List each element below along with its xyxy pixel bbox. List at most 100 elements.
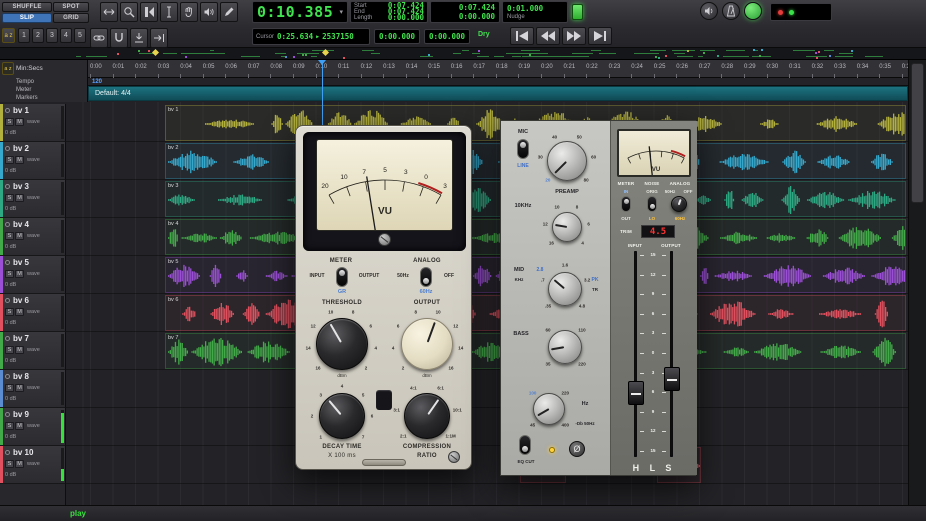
playlist-selector[interactable]: wave <box>27 119 40 125</box>
track-header[interactable]: bv 4SMwave0 dB <box>0 218 66 256</box>
solo-button[interactable]: S <box>5 346 14 354</box>
memory-location-1[interactable]: 1 <box>18 28 30 43</box>
compression-ratio-knob[interactable] <box>404 393 450 439</box>
session-overview-strip[interactable] <box>0 48 926 60</box>
track-lane[interactable]: bv 3 <box>66 180 908 218</box>
mic-line-switch[interactable] <box>517 139 529 159</box>
link-timeline-edit-button[interactable] <box>90 28 108 48</box>
playlist-selector[interactable]: wave <box>27 271 40 277</box>
mid-band-knob[interactable] <box>548 272 582 306</box>
counter-menu-arrow-icon[interactable]: ▾ <box>339 8 343 16</box>
track-lane[interactable]: bv 6 <box>66 294 908 332</box>
preamp-knob[interactable] <box>547 141 587 181</box>
track-name[interactable]: bv 5 <box>13 258 29 267</box>
output-knob[interactable] <box>401 318 453 370</box>
output-monitor-button[interactable] <box>700 2 718 20</box>
meter-ruler-label[interactable]: Meter <box>16 87 31 93</box>
track-volume-value[interactable]: 0 dB <box>5 282 16 288</box>
meter-in-out-switch[interactable] <box>621 196 631 212</box>
track-volume-value[interactable]: 0 dB <box>5 168 16 174</box>
tempo-ruler-label[interactable]: Tempo <box>16 79 34 85</box>
mute-button[interactable]: M <box>15 232 24 240</box>
track-lane[interactable] <box>66 370 908 408</box>
record-enable-button[interactable] <box>5 260 10 265</box>
memory-location-4[interactable]: 4 <box>60 28 72 43</box>
mute-button[interactable]: M <box>15 194 24 202</box>
analog-select-knob[interactable] <box>671 196 687 212</box>
decay-time-knob[interactable] <box>319 393 365 439</box>
track-header[interactable]: bv 8SMwave0 dB <box>0 370 66 408</box>
track-header[interactable]: bv 3SMwave0 dB <box>0 180 66 218</box>
vertical-scrollbar[interactable] <box>908 60 926 505</box>
track-name[interactable]: bv 10 <box>13 448 33 457</box>
tab-to-transient-button[interactable] <box>150 28 168 48</box>
playlist-selector[interactable]: wave <box>27 461 40 467</box>
output-fader-handle[interactable] <box>664 367 680 391</box>
zoom-toggle-button[interactable] <box>100 2 118 22</box>
input-fader-track[interactable] <box>634 251 637 457</box>
track-lane[interactable]: bv 5 <box>66 256 908 294</box>
nudge-value[interactable]: 0:01.000 <box>507 4 563 13</box>
record-enable-button[interactable] <box>5 222 10 227</box>
track-header[interactable]: bv 6SMwave0 dB <box>0 294 66 332</box>
solo-button[interactable]: S <box>5 270 14 278</box>
scrollbar-thumb[interactable] <box>911 63 924 203</box>
memory-location-2[interactable]: 2 <box>32 28 44 43</box>
track-name[interactable]: bv 1 <box>13 106 29 115</box>
mute-button[interactable]: M <box>15 384 24 392</box>
solo-button[interactable]: S <box>5 194 14 202</box>
solo-button[interactable]: S <box>5 384 14 392</box>
track-volume-value[interactable]: 0 dB <box>5 472 16 478</box>
solo-button[interactable]: S <box>5 422 14 430</box>
track-name[interactable]: bv 3 <box>13 182 29 191</box>
fast-forward-button[interactable] <box>562 27 586 45</box>
edit-mode-slip[interactable]: SLIP <box>2 13 52 23</box>
record-enable-button[interactable] <box>5 336 10 341</box>
tempo-ruler[interactable]: 120 <box>88 78 908 86</box>
link-track-selection-button[interactable] <box>110 28 128 48</box>
midi-merge-button[interactable] <box>744 2 762 20</box>
track-name[interactable]: bv 9 <box>13 410 29 419</box>
record-enable-button[interactable] <box>5 146 10 151</box>
record-enable-button[interactable] <box>5 108 10 113</box>
track-header[interactable]: bv 9SMwave0 dB <box>0 408 66 446</box>
high-band-knob[interactable] <box>552 212 582 242</box>
track-volume-value[interactable]: 0 dB <box>5 434 16 440</box>
edit-mode-shuffle[interactable]: SHUFFLE <box>2 2 52 12</box>
mute-button[interactable]: M <box>15 460 24 468</box>
edit-selection-fields[interactable]: Start0:07.424 End0:07.424 Length0:00.000 <box>350 1 428 23</box>
analog-hum-switch[interactable] <box>420 267 432 287</box>
ruler-keyboard-focus-button[interactable]: a z <box>2 62 14 75</box>
track-header[interactable]: bv 10SMwave0 dB <box>0 446 66 484</box>
noise-orig-lo-switch[interactable] <box>647 196 657 212</box>
playlist-selector[interactable]: wave <box>27 233 40 239</box>
track-lane[interactable] <box>66 408 908 446</box>
playlist-selector[interactable]: wave <box>27 157 40 163</box>
edit-mode-grid[interactable]: GRID <box>53 13 89 23</box>
track-name[interactable]: bv 4 <box>13 220 29 229</box>
playlist-selector[interactable]: wave <box>27 385 40 391</box>
timebase-label[interactable]: Min:Secs <box>16 65 43 72</box>
threshold-knob[interactable] <box>316 318 368 370</box>
main-counter[interactable]: 0:10.385 ▾ <box>252 1 348 23</box>
rewind-button[interactable] <box>536 27 560 45</box>
solo-button[interactable]: S <box>5 308 14 316</box>
record-enable-button[interactable] <box>5 374 10 379</box>
return-to-start-button[interactable] <box>510 27 534 45</box>
mute-button[interactable]: M <box>15 308 24 316</box>
track-name[interactable]: bv 2 <box>13 144 29 153</box>
scrubber-tool-button[interactable] <box>200 2 218 22</box>
playlist-selector[interactable]: wave <box>27 347 40 353</box>
record-enable-button[interactable] <box>5 450 10 455</box>
bass-band-knob[interactable] <box>548 330 582 364</box>
mute-button[interactable]: M <box>15 156 24 164</box>
track-header[interactable]: bv 7SMwave0 dB <box>0 332 66 370</box>
pencil-tool-button[interactable] <box>220 2 238 22</box>
memory-location-5[interactable]: 5 <box>74 28 86 43</box>
markers-ruler-label[interactable]: Markers <box>16 95 38 101</box>
record-enable-button[interactable] <box>5 184 10 189</box>
playlist-selector[interactable]: wave <box>27 309 40 315</box>
solo-button[interactable]: S <box>5 232 14 240</box>
meter-ruler[interactable]: Default: 4/4 <box>88 86 908 101</box>
track-volume-value[interactable]: 0 dB <box>5 206 16 212</box>
